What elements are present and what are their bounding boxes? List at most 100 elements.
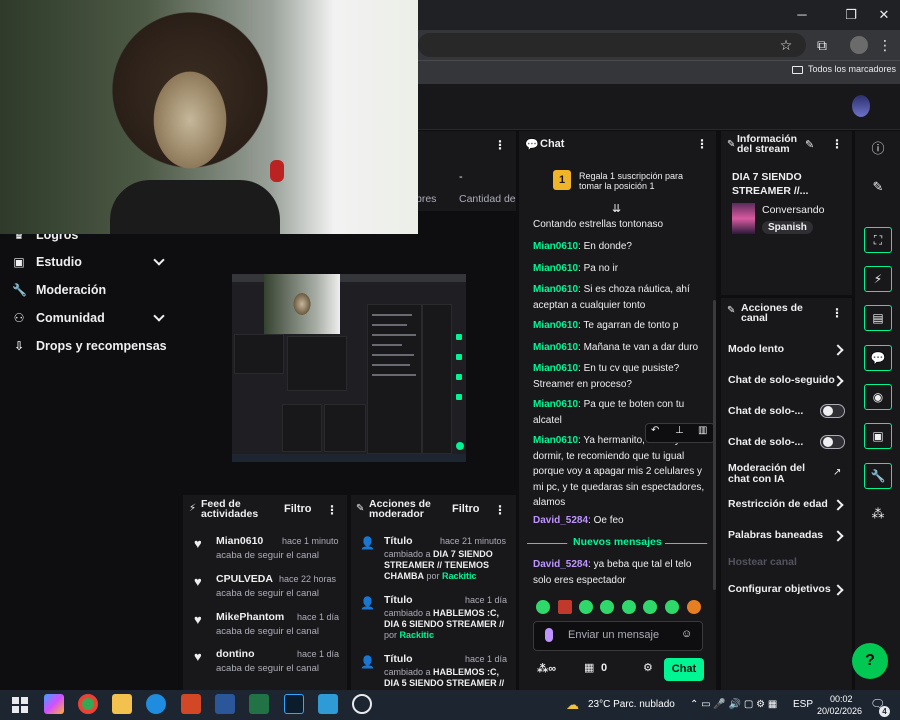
profile-avatar[interactable] [850, 36, 868, 54]
close-window-button[interactable]: ✕ [872, 5, 896, 25]
copilot-icon[interactable] [44, 694, 64, 714]
user-avatar[interactable] [852, 95, 870, 117]
overlay-button[interactable]: ▣ [864, 423, 892, 449]
chat-message: Mian0610: Pa no ir [533, 263, 619, 274]
excel-icon[interactable] [249, 694, 269, 714]
emote-icon[interactable] [600, 600, 614, 614]
powerpoint-icon[interactable] [181, 694, 201, 714]
emote-icon[interactable] [536, 600, 550, 614]
action-ai-moderation[interactable]: Moderación del chat con IA [728, 463, 828, 485]
activity-time: hace 1 minuto [282, 536, 339, 546]
reply-icon[interactable]: ↶ [651, 425, 659, 436]
community-icon: ⚇ [13, 311, 25, 325]
preview-text [372, 344, 402, 346]
help-button[interactable]: ? [852, 643, 888, 679]
edge-icon[interactable] [146, 694, 166, 714]
notes-button[interactable]: ▤ [864, 305, 892, 331]
edit-icon[interactable]: ✎ [805, 138, 814, 151]
browser-menu-icon[interactable]: ⋮ [876, 36, 894, 54]
action-banned-words[interactable]: Palabras baneadas [728, 529, 823, 541]
user-edit-icon: 👤 [360, 536, 375, 550]
community-points-icon[interactable]: ⁂∞ [537, 662, 556, 675]
delete-icon[interactable]: ▥ [698, 425, 707, 436]
follower-name[interactable]: MikePhantom [216, 611, 284, 623]
activity-filter-button[interactable]: Filtro [284, 503, 312, 515]
windows-start-icon[interactable] [12, 697, 28, 713]
bookmark-star-icon[interactable]: ☆ [777, 36, 795, 54]
sidebar-item-moderacion[interactable]: 🔧 Moderación [12, 279, 106, 301]
obs-icon[interactable] [352, 694, 372, 714]
stream-info-menu-icon[interactable]: ⋮ [831, 137, 843, 151]
emote-icon[interactable] [643, 600, 657, 614]
pin-icon[interactable]: ⊥ [675, 425, 684, 436]
action-slow-mode[interactable]: Modo lento [728, 343, 784, 355]
tray-icons[interactable]: ⌃ ▭ 🎤 🔊 ▢ ⚙ ▦ [690, 699, 777, 710]
emote-icon[interactable] [622, 600, 636, 614]
weather-text[interactable]: 23°C Parc. nublado [588, 699, 675, 710]
raid-button[interactable]: ⚡ [864, 266, 892, 292]
chat-button[interactable]: 💬 [864, 345, 892, 371]
chat-title: Chat [540, 138, 565, 150]
action-followers-only[interactable]: Chat de solo-seguido [728, 374, 835, 386]
chat-input-placeholder[interactable]: Enviar un mensaje [568, 629, 659, 641]
emote-only-toggle[interactable] [820, 435, 845, 449]
subs-only-toggle[interactable] [820, 404, 845, 418]
activity-text: acaba de seguir el canal [216, 550, 319, 561]
all-bookmarks-link[interactable]: Todos los marcadores [792, 64, 896, 74]
heart-icon: ♥ [194, 574, 202, 589]
emote-icon[interactable] [687, 600, 701, 614]
pencil-icon[interactable]: ✎ [866, 176, 890, 198]
mic-icon[interactable] [545, 628, 553, 642]
emote-icon[interactable] [579, 600, 593, 614]
mod-menu-icon[interactable]: ⋮ [494, 503, 506, 517]
emoji-icon[interactable]: ☺ [681, 628, 692, 640]
chat-menu-icon[interactable]: ⋮ [696, 137, 708, 151]
clock-time[interactable]: 00:02 [830, 694, 853, 704]
info-icon[interactable]: ⓘ [866, 138, 890, 160]
channel-actions-menu-icon[interactable]: ⋮ [831, 306, 843, 320]
activity-menu-icon[interactable]: ⋮ [326, 503, 338, 517]
stats-panel-menu-icon[interactable]: ⋮ [494, 138, 506, 152]
emote-icon[interactable] [665, 600, 679, 614]
broadcast-button[interactable]: ◉ [864, 384, 892, 410]
clock-date[interactable]: 20/02/2026 [817, 706, 862, 716]
user-edit-icon: 👤 [360, 596, 375, 610]
follower-name[interactable]: CPULVEDA [216, 573, 273, 585]
sidebar-item-comunidad[interactable]: ⚇ Comunidad [12, 307, 105, 329]
chat-scrollbar[interactable] [713, 300, 716, 590]
action-configure-goals[interactable]: Configurar objetivos [728, 583, 831, 595]
chat-settings-icon[interactable]: ⚙ [643, 661, 653, 674]
restore-button[interactable]: ❐ [839, 5, 863, 25]
follower-name[interactable]: dontino [216, 648, 254, 660]
file-explorer-icon[interactable] [112, 694, 132, 714]
emote-icon[interactable] [558, 600, 572, 614]
extensions-icon[interactable]: ⁂ [866, 503, 890, 525]
chat-message: Mian0610: En tu cv que pusiste? Streamer… [533, 363, 680, 390]
channel-points-icon[interactable]: ▦ [584, 661, 594, 674]
photoshop-icon[interactable] [284, 694, 304, 714]
mod-action-desc: cambiado a DIA 7 SIENDO STREAMER // TENE… [384, 549, 493, 581]
mod-filter-button[interactable]: Filtro [452, 503, 480, 515]
send-chat-button[interactable]: Chat [664, 658, 704, 681]
chat-message: David_5284: ya beba que tal el telo solo… [533, 559, 692, 586]
chrome-icon[interactable] [78, 694, 98, 714]
address-bar[interactable] [418, 33, 806, 57]
clip-button[interactable]: ⛶ [864, 227, 892, 253]
store-icon[interactable] [318, 694, 338, 714]
extensions-icon[interactable]: ⧉ [813, 36, 831, 54]
studio-icon: ▣ [13, 255, 25, 269]
language-indicator[interactable]: ESP [793, 699, 813, 710]
action-age-restriction[interactable]: Restricción de edad [728, 498, 828, 510]
language-tag[interactable]: Spanish [762, 221, 813, 234]
sidebar-item-estudio[interactable]: ▣ Estudio [12, 251, 82, 273]
stream-preview[interactable] [232, 274, 466, 462]
minimize-button[interactable]: ─ [790, 5, 814, 25]
sidebar-item-drops[interactable]: ⇩ Drops y recompensas [12, 335, 167, 357]
action-emote-only: Chat de solo-... [728, 436, 804, 448]
follower-name[interactable]: Mian0610 [216, 535, 263, 547]
external-link-icon[interactable]: ↗ [833, 467, 841, 478]
sub-promo-text[interactable]: Regala 1 suscripción para tomar la posic… [579, 171, 694, 191]
tools-button[interactable]: 🔧 [864, 463, 892, 489]
word-icon[interactable] [215, 694, 235, 714]
collapse-icon[interactable]: ⇊ [612, 202, 621, 215]
